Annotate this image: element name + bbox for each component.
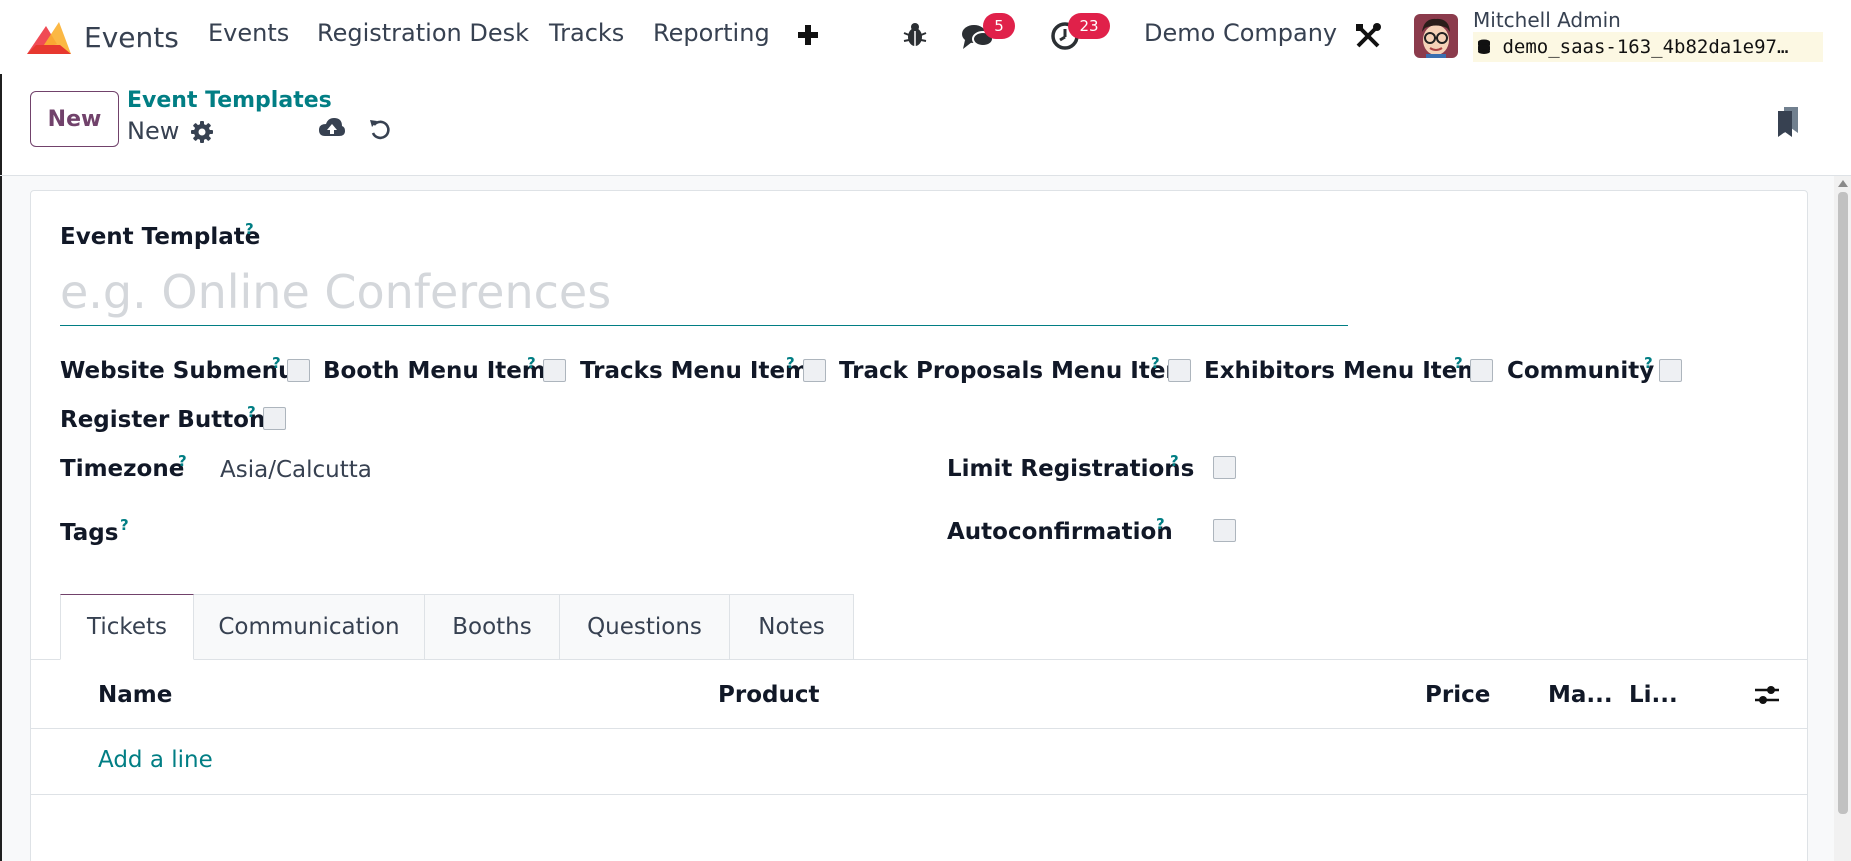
help-tooltip-exhibitors[interactable]: ? bbox=[1454, 354, 1463, 372]
help-tooltip-booth-menu-item[interactable]: ? bbox=[527, 354, 536, 372]
database-name-text: demo_saas-163_4b82da1e97… bbox=[1502, 36, 1789, 58]
cloud-upload-icon[interactable] bbox=[318, 116, 346, 140]
timezone-field[interactable]: Asia/Calcutta bbox=[220, 457, 372, 483]
user-avatar[interactable] bbox=[1414, 14, 1458, 58]
help-tooltip-community[interactable]: ? bbox=[1644, 354, 1653, 372]
sliders-icon[interactable] bbox=[1754, 683, 1780, 707]
track-proposals-menu-item-checkbox[interactable] bbox=[1168, 359, 1191, 382]
new-button[interactable]: New bbox=[30, 91, 119, 147]
help-tooltip-tracks-menu-item[interactable]: ? bbox=[786, 354, 795, 372]
breadcrumb-current: New bbox=[127, 117, 180, 145]
database-icon bbox=[1478, 39, 1490, 54]
plus-icon[interactable] bbox=[797, 24, 819, 46]
scroll-up-arrow[interactable] bbox=[1838, 180, 1848, 187]
tab-notes[interactable]: Notes bbox=[730, 594, 854, 660]
app-brand[interactable]: Events bbox=[24, 18, 179, 56]
tracks-menu-item-label: Tracks Menu Item bbox=[580, 358, 810, 384]
events-app-icon bbox=[27, 22, 71, 54]
list-header-divider bbox=[31, 728, 1807, 729]
menu-tracks[interactable]: Tracks bbox=[549, 19, 624, 47]
tab-questions[interactable]: Questions bbox=[560, 594, 730, 660]
booth-menu-item-label: Booth Menu Item bbox=[323, 358, 546, 384]
register-button-checkbox[interactable] bbox=[263, 407, 286, 430]
app-name: Events bbox=[84, 20, 179, 54]
menu-reporting[interactable]: Reporting bbox=[653, 19, 770, 47]
website-submenu-checkbox[interactable] bbox=[287, 359, 310, 382]
tags-label: Tags bbox=[60, 520, 119, 546]
menu-registration-desk[interactable]: Registration Desk bbox=[317, 19, 529, 47]
community-label: Community bbox=[1507, 358, 1655, 384]
column-header-maximum[interactable]: Ma... bbox=[1548, 682, 1613, 708]
bookmark-icon[interactable] bbox=[1776, 106, 1800, 138]
community-checkbox[interactable] bbox=[1659, 359, 1682, 382]
company-switcher[interactable]: Demo Company bbox=[1144, 19, 1337, 47]
tab-tickets[interactable]: Tickets bbox=[60, 594, 194, 660]
column-header-product[interactable]: Product bbox=[718, 682, 819, 708]
timezone-label: Timezone bbox=[60, 456, 185, 482]
help-tooltip-autoconfirmation[interactable]: ? bbox=[1156, 515, 1165, 533]
exhibitors-menu-item-label: Exhibitors Menu Item bbox=[1204, 358, 1482, 384]
autoconfirmation-label: Autoconfirmation bbox=[947, 519, 1173, 545]
exhibitors-menu-item-checkbox[interactable] bbox=[1470, 359, 1493, 382]
limit-registrations-label: Limit Registrations bbox=[947, 456, 1195, 482]
help-tooltip-timezone[interactable]: ? bbox=[178, 452, 187, 470]
activities-count-badge: 23 bbox=[1068, 13, 1110, 39]
add-a-line-link[interactable]: Add a line bbox=[98, 747, 213, 773]
help-tooltip-event-template[interactable]: ? bbox=[245, 220, 254, 238]
register-button-label: Register Button bbox=[60, 407, 266, 433]
track-proposals-menu-item-label: Track Proposals Menu Item bbox=[839, 358, 1190, 384]
help-tooltip-website-submenu[interactable]: ? bbox=[272, 354, 281, 372]
bug-icon[interactable] bbox=[902, 22, 928, 48]
website-submenu-label: Website Submenu bbox=[60, 358, 295, 384]
top-navbar: Events Events Registration Desk Tracks R… bbox=[0, 0, 1851, 74]
form-notebook-tabs: Tickets Communication Booths Questions N… bbox=[60, 594, 854, 660]
scrollbar-thumb[interactable] bbox=[1838, 192, 1848, 814]
undo-icon[interactable] bbox=[368, 117, 392, 141]
user-name[interactable]: Mitchell Admin bbox=[1473, 8, 1621, 32]
breadcrumb-event-templates[interactable]: Event Templates bbox=[127, 88, 332, 113]
gear-icon[interactable] bbox=[190, 120, 214, 144]
column-header-limit[interactable]: Li... bbox=[1629, 682, 1678, 708]
event-template-label: Event Template bbox=[60, 224, 261, 250]
database-name: demo_saas-163_4b82da1e97… bbox=[1473, 32, 1823, 62]
tab-communication[interactable]: Communication bbox=[194, 594, 425, 660]
list-row-divider bbox=[31, 794, 1807, 795]
tab-booths[interactable]: Booths bbox=[425, 594, 560, 660]
help-tooltip-tags[interactable]: ? bbox=[120, 516, 129, 534]
event-template-name-input[interactable] bbox=[60, 262, 1348, 326]
messages-count-badge: 5 bbox=[983, 13, 1015, 39]
limit-registrations-checkbox[interactable] bbox=[1213, 456, 1236, 479]
help-tooltip-track-proposals[interactable]: ? bbox=[1151, 354, 1160, 372]
column-header-name[interactable]: Name bbox=[98, 682, 172, 708]
help-tooltip-limit-registrations[interactable]: ? bbox=[1170, 452, 1179, 470]
autoconfirmation-checkbox[interactable] bbox=[1213, 519, 1236, 542]
tools-icon[interactable] bbox=[1354, 22, 1382, 50]
column-header-price[interactable]: Price bbox=[1425, 682, 1490, 708]
tags-field[interactable] bbox=[220, 514, 870, 548]
menu-events[interactable]: Events bbox=[208, 19, 289, 47]
help-tooltip-register-button[interactable]: ? bbox=[247, 403, 256, 421]
tracks-menu-item-checkbox[interactable] bbox=[803, 359, 826, 382]
booth-menu-item-checkbox[interactable] bbox=[543, 359, 566, 382]
